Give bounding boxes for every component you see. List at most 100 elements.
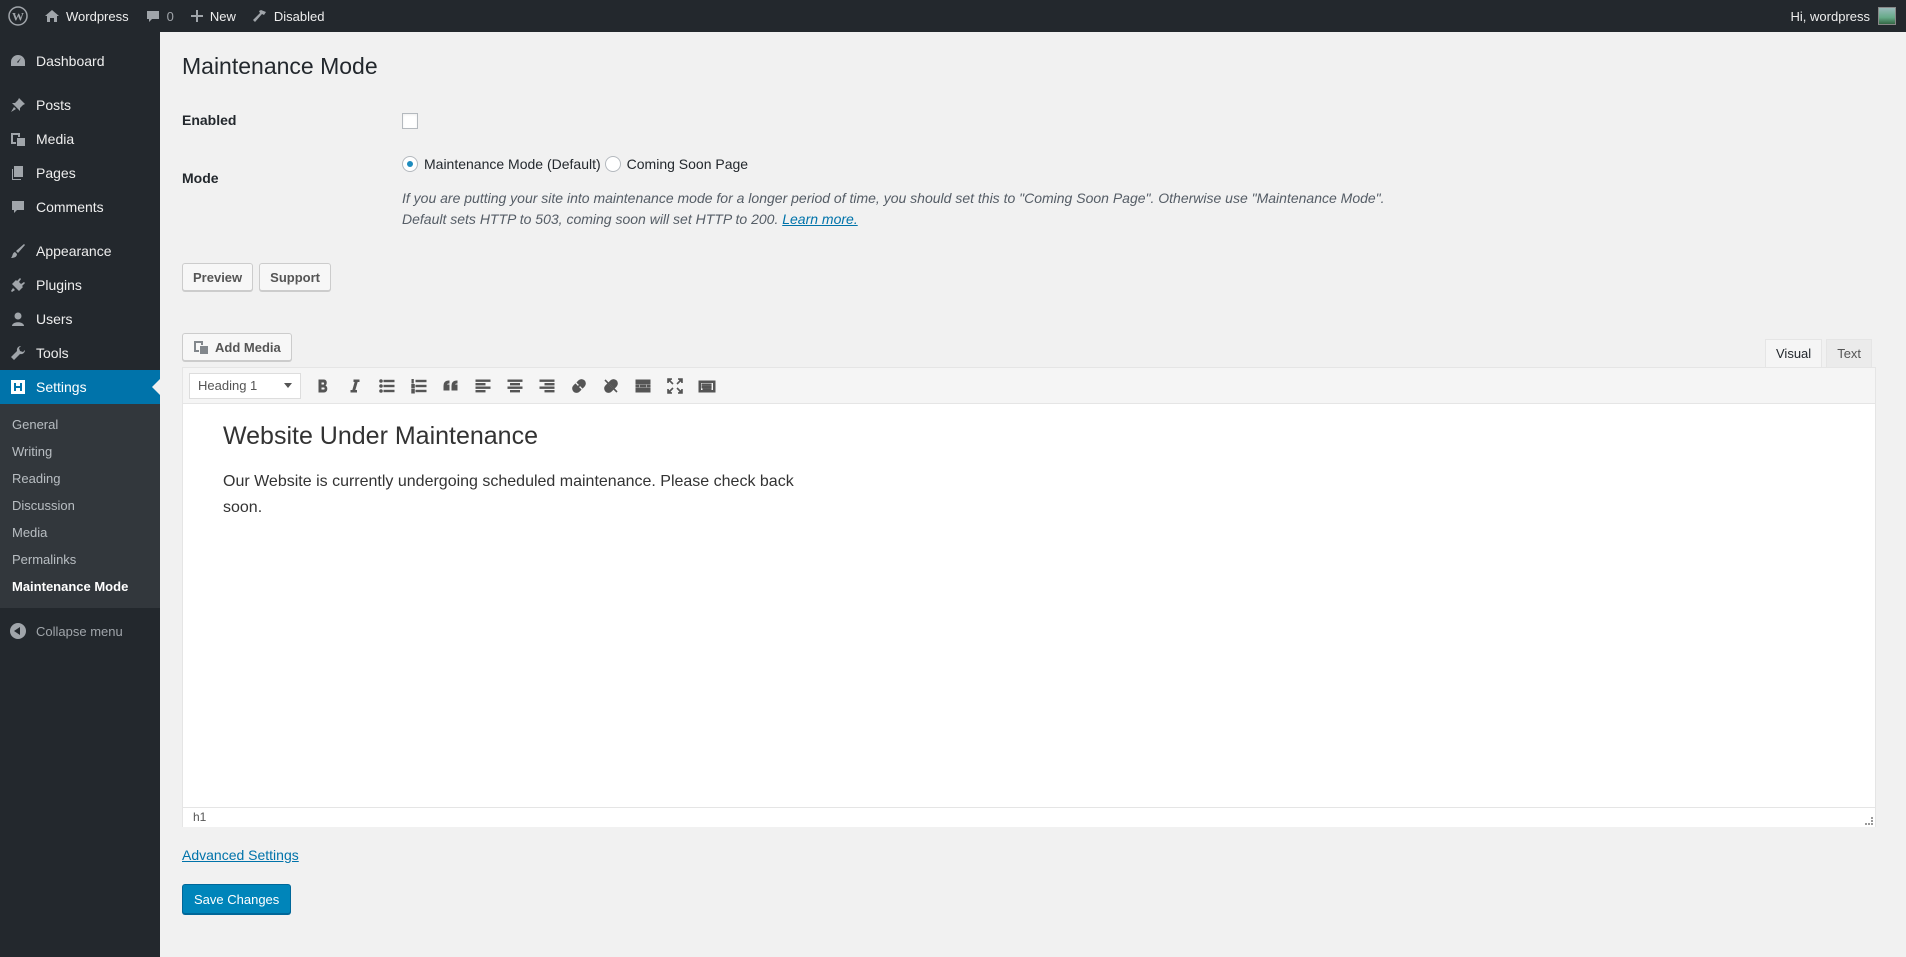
italic-icon bbox=[350, 379, 360, 392]
sidebar-item-comments[interactable]: Comments bbox=[0, 190, 160, 224]
account-menu[interactable]: Hi, wordpress bbox=[1791, 7, 1906, 25]
save-changes-button[interactable]: Save Changes bbox=[182, 884, 292, 914]
align-left-icon bbox=[475, 379, 491, 392]
element-path[interactable]: h1 bbox=[193, 810, 206, 824]
sidebar-item-pages[interactable]: Pages bbox=[0, 156, 160, 190]
toolbar-toggle-button[interactable] bbox=[693, 372, 721, 400]
comment-icon bbox=[146, 11, 159, 22]
sidebar-item-media[interactable]: Media bbox=[0, 122, 160, 156]
learn-more-link[interactable]: Learn more. bbox=[782, 211, 857, 227]
media-icon bbox=[194, 341, 208, 354]
mode-radio-group: Maintenance Mode (Default) Coming Soon P… bbox=[402, 156, 752, 172]
submenu-item-general[interactable]: General bbox=[0, 411, 160, 438]
preview-button[interactable]: Preview bbox=[182, 263, 254, 291]
home-icon bbox=[45, 10, 59, 22]
settings-icon bbox=[11, 380, 25, 394]
format-select[interactable]: Heading 1 bbox=[189, 372, 301, 399]
site-name-link[interactable]: Wordpress bbox=[36, 0, 137, 32]
tab-visual[interactable]: Visual bbox=[1765, 339, 1823, 367]
editor-toolbar: Heading 1 bbox=[183, 368, 1875, 404]
page-title: Maintenance Mode bbox=[182, 53, 378, 79]
submenu-item-writing[interactable]: Writing bbox=[0, 438, 160, 465]
read-more-button[interactable] bbox=[629, 372, 657, 400]
sidebar-item-label: Comments bbox=[36, 199, 104, 215]
sidebar-item-tools[interactable]: Tools bbox=[0, 336, 160, 370]
new-content-link[interactable]: New bbox=[182, 0, 244, 32]
editor-paragraph[interactable]: Our Website is currently undergoing sche… bbox=[223, 469, 803, 521]
sidebar-item-appearance[interactable]: Appearance bbox=[0, 234, 160, 268]
unlink-icon bbox=[604, 378, 618, 393]
bold-icon bbox=[318, 379, 328, 392]
comments-link[interactable]: 0 bbox=[137, 0, 182, 32]
quote-icon bbox=[443, 379, 458, 390]
main-content: Maintenance Mode Enabled Mode Maintenanc… bbox=[182, 32, 1876, 914]
action-buttons: Preview Support bbox=[182, 263, 331, 291]
mode-description-line2-wrap: Default sets HTTP to 503, coming soon wi… bbox=[402, 209, 1502, 230]
mode-option-coming-soon-label[interactable]: Coming Soon Page bbox=[627, 156, 748, 172]
submenu-item-permalinks[interactable]: Permalinks bbox=[0, 546, 160, 573]
support-button[interactable]: Support bbox=[259, 263, 331, 291]
align-right-button[interactable] bbox=[533, 372, 561, 400]
media-icon bbox=[11, 133, 25, 146]
resize-handle-icon[interactable] bbox=[1865, 817, 1873, 825]
maintenance-status: Disabled bbox=[273, 8, 325, 24]
maintenance-status-link[interactable]: Disabled bbox=[244, 0, 333, 32]
sidebar-item-dashboard[interactable]: Dashboard bbox=[0, 44, 160, 78]
italic-button[interactable] bbox=[341, 372, 369, 400]
settings-submenu: General Writing Reading Discussion Media… bbox=[0, 404, 160, 608]
submenu-item-media[interactable]: Media bbox=[0, 519, 160, 546]
add-media-button[interactable]: Add Media bbox=[182, 333, 292, 361]
enabled-label: Enabled bbox=[182, 112, 237, 128]
submenu-item-reading[interactable]: Reading bbox=[0, 465, 160, 492]
sidebar-item-settings[interactable]: Settings bbox=[0, 370, 160, 404]
sidebar-item-label: Dashboard bbox=[36, 53, 105, 69]
sidebar-item-posts[interactable]: Posts bbox=[0, 88, 160, 122]
collapse-icon bbox=[10, 623, 26, 639]
wrench-icon bbox=[11, 345, 26, 360]
submenu-item-discussion[interactable]: Discussion bbox=[0, 492, 160, 519]
content-editor: Heading 1 Website Under Maintenance Our … bbox=[182, 367, 1876, 827]
mode-description-line2: Default sets HTTP to 503, coming soon wi… bbox=[402, 211, 779, 227]
mode-option-maintenance-label[interactable]: Maintenance Mode (Default) bbox=[424, 156, 601, 172]
collapse-menu-button[interactable]: Collapse menu bbox=[0, 614, 160, 648]
insert-link-button[interactable] bbox=[565, 372, 593, 400]
sidebar-item-label: Appearance bbox=[36, 243, 112, 259]
align-center-icon bbox=[507, 379, 523, 392]
pin-icon bbox=[11, 98, 25, 112]
sidebar-item-label: Media bbox=[36, 131, 75, 147]
editor-statusbar: h1 bbox=[183, 807, 1875, 827]
align-center-button[interactable] bbox=[501, 372, 529, 400]
blockquote-button[interactable] bbox=[437, 372, 465, 400]
fullscreen-button[interactable] bbox=[661, 372, 689, 400]
comment-icon bbox=[12, 201, 24, 213]
mode-radio-maintenance[interactable] bbox=[402, 156, 418, 172]
read-more-icon bbox=[635, 379, 651, 392]
numbered-list-button[interactable] bbox=[405, 372, 433, 400]
sidebar-item-plugins[interactable]: Plugins bbox=[0, 268, 160, 302]
submenu-item-maintenance-mode[interactable]: Maintenance Mode bbox=[0, 573, 160, 600]
advanced-settings-link[interactable]: Advanced Settings bbox=[182, 847, 299, 863]
bullet-list-button[interactable] bbox=[373, 372, 401, 400]
admin-sidebar: Dashboard Posts Media Pages Comments App… bbox=[0, 32, 160, 957]
sidebar-item-users[interactable]: Users bbox=[0, 302, 160, 336]
admin-bar: W Wordpress 0 New Disabled Hi, wordpress bbox=[0, 0, 1906, 32]
format-select-value: Heading 1 bbox=[198, 378, 258, 393]
bold-button[interactable] bbox=[309, 372, 337, 400]
hammer-icon bbox=[252, 10, 266, 22]
wordpress-logo-icon[interactable]: W bbox=[0, 0, 36, 32]
sidebar-item-label: Pages bbox=[36, 165, 76, 181]
sidebar-item-label: Tools bbox=[36, 345, 69, 361]
bullet-list-icon bbox=[379, 378, 395, 393]
comments-count: 0 bbox=[166, 8, 174, 24]
sidebar-item-label: Users bbox=[36, 311, 73, 327]
svg-text:W: W bbox=[12, 10, 24, 24]
collapse-label: Collapse menu bbox=[36, 623, 123, 639]
sidebar-item-label: Settings bbox=[36, 379, 87, 395]
mode-radio-coming-soon[interactable] bbox=[604, 156, 621, 172]
align-left-button[interactable] bbox=[469, 372, 497, 400]
remove-link-button[interactable] bbox=[597, 372, 625, 400]
enabled-checkbox[interactable] bbox=[402, 113, 418, 129]
tab-text[interactable]: Text bbox=[1826, 339, 1873, 367]
editor-body[interactable]: Website Under Maintenance Our Website is… bbox=[183, 404, 1875, 807]
editor-heading[interactable]: Website Under Maintenance bbox=[223, 422, 1835, 451]
